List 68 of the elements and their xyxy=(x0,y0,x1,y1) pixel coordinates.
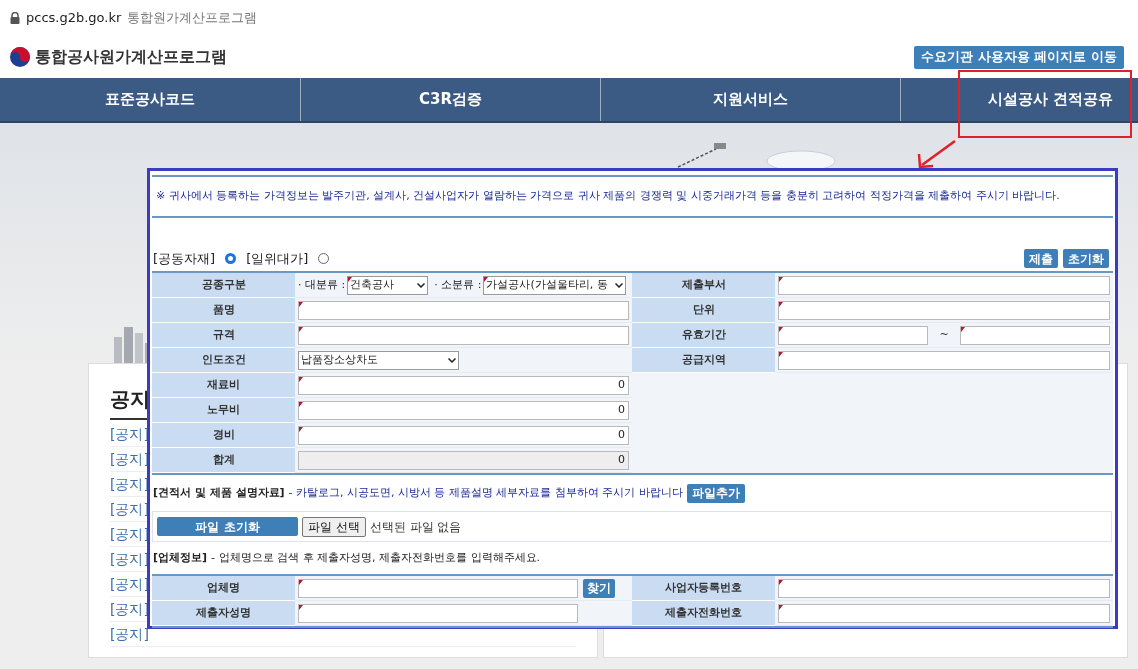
input-field[interactable] xyxy=(778,350,1110,370)
input-field[interactable] xyxy=(778,603,1110,623)
taegeuk-logo-icon xyxy=(9,46,31,68)
option-label: [공동자재] xyxy=(153,249,216,268)
field-label: 경비 xyxy=(152,423,295,448)
range-separator: ~ xyxy=(938,326,950,343)
input-field[interactable]: 0 xyxy=(298,400,629,420)
caret-icon xyxy=(448,357,456,363)
file-status: 선택된 파일 없음 xyxy=(369,518,462,536)
file-reset-button[interactable]: 파일 초기화 xyxy=(157,517,298,536)
field-label: 합계 xyxy=(152,448,295,473)
input-field[interactable]: 0 xyxy=(298,375,629,395)
dropdown[interactable]: 건축공사 xyxy=(347,275,429,295)
nav-tab[interactable]: 시설공사 견적공유 xyxy=(900,78,1138,121)
field-label: · 소분류 : xyxy=(434,276,482,293)
field-label: 품명 xyxy=(152,298,295,323)
field-label: 제출자전화번호 xyxy=(632,601,775,626)
address-url[interactable]: pccs.g2b.go.kr xyxy=(26,8,122,28)
field-label: · 대분류 : xyxy=(298,276,346,293)
input-field[interactable] xyxy=(778,325,929,345)
input-field[interactable] xyxy=(298,300,629,320)
field-label: 제출자성명 xyxy=(152,601,295,626)
input-field[interactable] xyxy=(298,578,578,598)
section-description: - 카탈로그, 시공도면, 시방서 등 제품설명 세부자료를 첨부하여 주시기 바랍니다 xyxy=(288,484,683,501)
nav-tab[interactable]: C3R검증 xyxy=(300,78,600,121)
user-page-button[interactable]: 수요기관 사용자용 페이지로 이동 xyxy=(914,45,1124,69)
input-field[interactable] xyxy=(298,603,578,623)
nav-tab[interactable]: 지원서비스 xyxy=(600,78,900,121)
field-label: 인도조건 xyxy=(152,348,295,373)
radio-button[interactable] xyxy=(318,252,330,264)
field-label: 공종구분 xyxy=(152,273,295,298)
input-field[interactable]: 0 xyxy=(298,425,629,445)
lock-icon xyxy=(10,12,20,24)
input-field[interactable] xyxy=(778,578,1110,598)
nav-tab[interactable]: 표준공사코드 xyxy=(0,78,300,121)
option-label: [일위대가] xyxy=(246,249,309,268)
section-heading: [업체정보] xyxy=(153,549,208,566)
field-label: 유효기간 xyxy=(632,323,775,348)
caret-icon xyxy=(615,282,624,288)
input-field[interactable] xyxy=(959,325,1110,345)
field-label: 사업자등록번호 xyxy=(632,576,775,601)
search-button[interactable]: 찾기 xyxy=(583,578,615,598)
input-field[interactable] xyxy=(778,300,1110,320)
caret-icon xyxy=(417,282,426,288)
notice-text: ※ 귀사에서 등록하는 가격정보는 발주기관, 설계사, 건설사업자가 열람하는 가격으로 귀사 제품의 경쟁력 및 시중거래가격 등을 충분히 고려하여 적정가격을 제출하여 주시기 바랍니다. xyxy=(156,188,1060,205)
page-title: 통합원가계산프로그램 xyxy=(127,9,258,28)
section-heading: [견적서 및 제품 설명자료] xyxy=(153,484,285,501)
field-label: 단위 xyxy=(632,298,775,323)
dropdown[interactable]: 가설공사(가설울타리, 동 xyxy=(483,275,627,295)
radio-button[interactable] xyxy=(225,252,237,264)
reset-button[interactable]: 초기화 xyxy=(1063,249,1109,268)
input-field[interactable] xyxy=(298,325,629,345)
field-label: 규격 xyxy=(152,323,295,348)
choose-file-button[interactable]: 파일 선택 xyxy=(302,516,366,537)
field-label: 노무비 xyxy=(152,398,295,423)
field-label: 업체명 xyxy=(152,576,295,601)
field-label: 재료비 xyxy=(152,373,295,398)
site-title[interactable]: 통합공사원가계산프로그램 xyxy=(35,45,227,69)
submit-button[interactable]: 제출 xyxy=(1024,249,1058,268)
input-field[interactable] xyxy=(778,275,1110,295)
section-description: - 업체명으로 검색 후 제출자성명, 제출자전화번호를 입력해주세요. xyxy=(211,549,540,566)
dropdown[interactable]: 납품장소상차도 xyxy=(298,350,459,370)
field-label: 공급지역 xyxy=(632,348,775,373)
annotation-arrow xyxy=(917,140,956,169)
field-label: 제출부서 xyxy=(632,273,775,298)
input-field: 0 xyxy=(298,450,629,470)
add-file-button[interactable]: 파일추가 xyxy=(687,483,745,503)
notice-link[interactable]: [공지] xyxy=(110,623,149,645)
